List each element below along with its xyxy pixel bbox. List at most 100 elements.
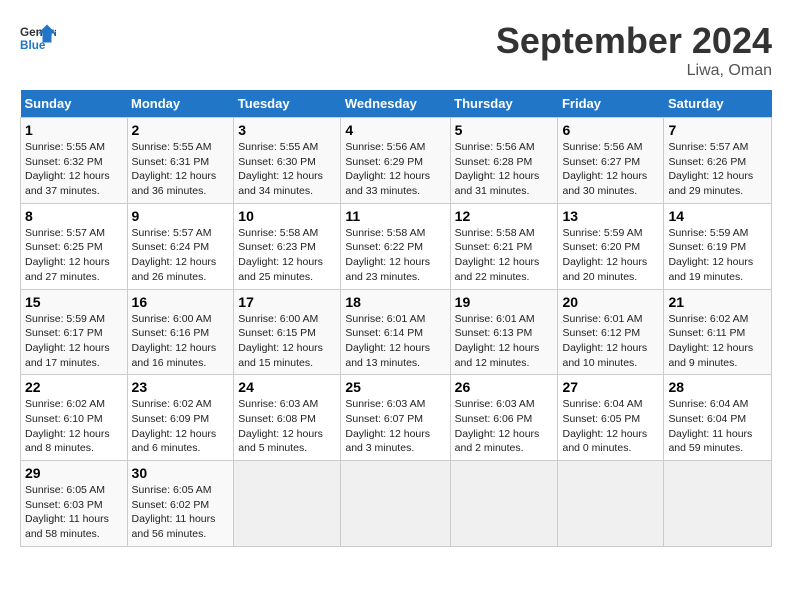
- day-number: 12: [455, 208, 554, 224]
- empty-cell: [234, 461, 341, 547]
- day-info: Sunrise: 5:57 AMSunset: 6:26 PMDaylight:…: [668, 141, 753, 197]
- day-info: Sunrise: 6:01 AMSunset: 6:12 PMDaylight:…: [562, 313, 647, 369]
- calendar-cell-26: 26 Sunrise: 6:03 AMSunset: 6:06 PMDaylig…: [450, 375, 558, 461]
- day-info: Sunrise: 5:59 AMSunset: 6:19 PMDaylight:…: [668, 227, 753, 283]
- calendar-cell-7: 7 Sunrise: 5:57 AMSunset: 6:26 PMDayligh…: [664, 118, 772, 204]
- calendar-cell-19: 19 Sunrise: 6:01 AMSunset: 6:13 PMDaylig…: [450, 289, 558, 375]
- calendar-cell-11: 11 Sunrise: 5:58 AMSunset: 6:22 PMDaylig…: [341, 203, 450, 289]
- day-info: Sunrise: 6:02 AMSunset: 6:11 PMDaylight:…: [668, 313, 753, 369]
- day-info: Sunrise: 6:03 AMSunset: 6:07 PMDaylight:…: [345, 398, 430, 454]
- empty-cell: [558, 461, 664, 547]
- calendar-cell-21: 21 Sunrise: 6:02 AMSunset: 6:11 PMDaylig…: [664, 289, 772, 375]
- day-info: Sunrise: 6:05 AMSunset: 6:02 PMDaylight:…: [132, 484, 216, 540]
- calendar-cell-8: 8 Sunrise: 5:57 AMSunset: 6:25 PMDayligh…: [21, 203, 128, 289]
- day-info: Sunrise: 6:04 AMSunset: 6:04 PMDaylight:…: [668, 398, 752, 454]
- day-info: Sunrise: 6:05 AMSunset: 6:03 PMDaylight:…: [25, 484, 109, 540]
- day-info: Sunrise: 5:56 AMSunset: 6:28 PMDaylight:…: [455, 141, 540, 197]
- col-thursday: Thursday: [450, 90, 558, 118]
- calendar-cell-27: 27 Sunrise: 6:04 AMSunset: 6:05 PMDaylig…: [558, 375, 664, 461]
- col-saturday: Saturday: [664, 90, 772, 118]
- day-info: Sunrise: 5:58 AMSunset: 6:22 PMDaylight:…: [345, 227, 430, 283]
- day-number: 27: [562, 379, 659, 395]
- day-info: Sunrise: 5:55 AMSunset: 6:30 PMDaylight:…: [238, 141, 323, 197]
- day-number: 1: [25, 122, 123, 138]
- day-number: 20: [562, 294, 659, 310]
- calendar-cell-6: 6 Sunrise: 5:56 AMSunset: 6:27 PMDayligh…: [558, 118, 664, 204]
- col-friday: Friday: [558, 90, 664, 118]
- calendar-cell-28: 28 Sunrise: 6:04 AMSunset: 6:04 PMDaylig…: [664, 375, 772, 461]
- day-number: 26: [455, 379, 554, 395]
- day-number: 3: [238, 122, 336, 138]
- day-info: Sunrise: 5:58 AMSunset: 6:21 PMDaylight:…: [455, 227, 540, 283]
- day-number: 5: [455, 122, 554, 138]
- col-monday: Monday: [127, 90, 234, 118]
- calendar-table: Sunday Monday Tuesday Wednesday Thursday…: [20, 90, 772, 547]
- calendar-cell-15: 15 Sunrise: 5:59 AMSunset: 6:17 PMDaylig…: [21, 289, 128, 375]
- day-number: 11: [345, 208, 445, 224]
- empty-cell: [664, 461, 772, 547]
- day-info: Sunrise: 6:03 AMSunset: 6:08 PMDaylight:…: [238, 398, 323, 454]
- day-info: Sunrise: 5:59 AMSunset: 6:17 PMDaylight:…: [25, 313, 110, 369]
- day-number: 19: [455, 294, 554, 310]
- day-number: 24: [238, 379, 336, 395]
- calendar-cell-24: 24 Sunrise: 6:03 AMSunset: 6:08 PMDaylig…: [234, 375, 341, 461]
- logo-icon: General Blue: [20, 20, 56, 56]
- day-info: Sunrise: 5:56 AMSunset: 6:27 PMDaylight:…: [562, 141, 647, 197]
- calendar-row-5: 29 Sunrise: 6:05 AMSunset: 6:03 PMDaylig…: [21, 461, 772, 547]
- day-number: 23: [132, 379, 230, 395]
- location-subtitle: Liwa, Oman: [496, 62, 772, 80]
- calendar-header-row: Sunday Monday Tuesday Wednesday Thursday…: [21, 90, 772, 118]
- day-number: 4: [345, 122, 445, 138]
- calendar-cell-20: 20 Sunrise: 6:01 AMSunset: 6:12 PMDaylig…: [558, 289, 664, 375]
- day-number: 30: [132, 465, 230, 481]
- day-number: 29: [25, 465, 123, 481]
- day-info: Sunrise: 6:01 AMSunset: 6:13 PMDaylight:…: [455, 313, 540, 369]
- day-number: 6: [562, 122, 659, 138]
- calendar-cell-29: 29 Sunrise: 6:05 AMSunset: 6:03 PMDaylig…: [21, 461, 128, 547]
- calendar-cell-12: 12 Sunrise: 5:58 AMSunset: 6:21 PMDaylig…: [450, 203, 558, 289]
- calendar-cell-5: 5 Sunrise: 5:56 AMSunset: 6:28 PMDayligh…: [450, 118, 558, 204]
- calendar-cell-25: 25 Sunrise: 6:03 AMSunset: 6:07 PMDaylig…: [341, 375, 450, 461]
- day-number: 17: [238, 294, 336, 310]
- day-number: 16: [132, 294, 230, 310]
- col-tuesday: Tuesday: [234, 90, 341, 118]
- calendar-cell-9: 9 Sunrise: 5:57 AMSunset: 6:24 PMDayligh…: [127, 203, 234, 289]
- calendar-cell-30: 30 Sunrise: 6:05 AMSunset: 6:02 PMDaylig…: [127, 461, 234, 547]
- day-info: Sunrise: 6:04 AMSunset: 6:05 PMDaylight:…: [562, 398, 647, 454]
- day-number: 15: [25, 294, 123, 310]
- day-info: Sunrise: 5:55 AMSunset: 6:31 PMDaylight:…: [132, 141, 217, 197]
- day-info: Sunrise: 6:02 AMSunset: 6:09 PMDaylight:…: [132, 398, 217, 454]
- calendar-cell-17: 17 Sunrise: 6:00 AMSunset: 6:15 PMDaylig…: [234, 289, 341, 375]
- day-number: 22: [25, 379, 123, 395]
- calendar-cell-14: 14 Sunrise: 5:59 AMSunset: 6:19 PMDaylig…: [664, 203, 772, 289]
- empty-cell: [341, 461, 450, 547]
- day-info: Sunrise: 5:55 AMSunset: 6:32 PMDaylight:…: [25, 141, 110, 197]
- calendar-cell-3: 3 Sunrise: 5:55 AMSunset: 6:30 PMDayligh…: [234, 118, 341, 204]
- day-info: Sunrise: 5:57 AMSunset: 6:24 PMDaylight:…: [132, 227, 217, 283]
- calendar-cell-1: 1 Sunrise: 5:55 AMSunset: 6:32 PMDayligh…: [21, 118, 128, 204]
- day-number: 13: [562, 208, 659, 224]
- calendar-row-3: 15 Sunrise: 5:59 AMSunset: 6:17 PMDaylig…: [21, 289, 772, 375]
- calendar-cell-2: 2 Sunrise: 5:55 AMSunset: 6:31 PMDayligh…: [127, 118, 234, 204]
- calendar-row-1: 1 Sunrise: 5:55 AMSunset: 6:32 PMDayligh…: [21, 118, 772, 204]
- day-number: 21: [668, 294, 767, 310]
- day-number: 10: [238, 208, 336, 224]
- month-title: September 2024: [496, 20, 772, 62]
- calendar-cell-22: 22 Sunrise: 6:02 AMSunset: 6:10 PMDaylig…: [21, 375, 128, 461]
- svg-text:Blue: Blue: [20, 39, 46, 52]
- day-number: 7: [668, 122, 767, 138]
- day-number: 8: [25, 208, 123, 224]
- day-info: Sunrise: 6:00 AMSunset: 6:15 PMDaylight:…: [238, 313, 323, 369]
- title-block: September 2024 Liwa, Oman: [496, 20, 772, 80]
- logo: General Blue: [20, 20, 56, 56]
- calendar-cell-4: 4 Sunrise: 5:56 AMSunset: 6:29 PMDayligh…: [341, 118, 450, 204]
- calendar-cell-18: 18 Sunrise: 6:01 AMSunset: 6:14 PMDaylig…: [341, 289, 450, 375]
- col-wednesday: Wednesday: [341, 90, 450, 118]
- day-info: Sunrise: 6:02 AMSunset: 6:10 PMDaylight:…: [25, 398, 110, 454]
- day-info: Sunrise: 5:58 AMSunset: 6:23 PMDaylight:…: [238, 227, 323, 283]
- calendar-cell-13: 13 Sunrise: 5:59 AMSunset: 6:20 PMDaylig…: [558, 203, 664, 289]
- day-info: Sunrise: 5:56 AMSunset: 6:29 PMDaylight:…: [345, 141, 430, 197]
- calendar-row-2: 8 Sunrise: 5:57 AMSunset: 6:25 PMDayligh…: [21, 203, 772, 289]
- day-info: Sunrise: 6:01 AMSunset: 6:14 PMDaylight:…: [345, 313, 430, 369]
- day-number: 25: [345, 379, 445, 395]
